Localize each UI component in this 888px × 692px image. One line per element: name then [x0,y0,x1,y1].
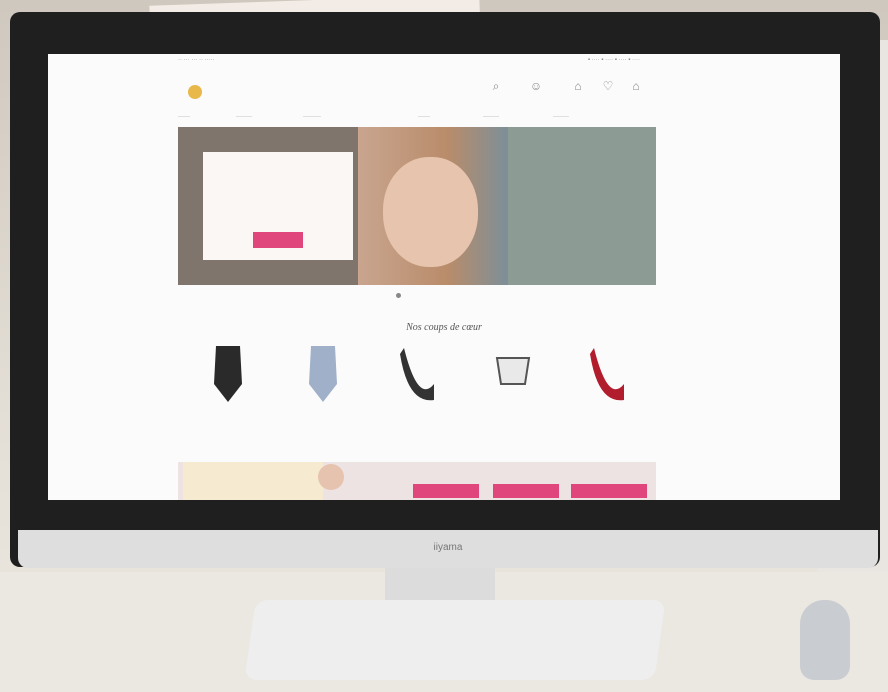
baby-carrier-blue-image [309,346,337,402]
monitor-stand-base [244,600,666,680]
nav-item[interactable]: ········· [303,114,321,120]
baby-carrier-black-image [214,346,242,402]
hero-cta-button[interactable] [253,232,303,248]
product-card[interactable] [283,344,365,454]
website-screen: ·· ··· ··· ·· ····· ▪ ···· ▪ ···· ▪ ····… [48,54,840,500]
monitor-chin: iiyama [18,530,878,568]
topbar-left-text: ·· ··· ··· ·· ····· [178,57,215,63]
product-card[interactable] [378,344,460,454]
cart-icon[interactable]: ⌂ [628,78,644,94]
child-photo [318,464,344,490]
nav-item[interactable]: ········ [553,114,569,120]
promo-banner[interactable] [178,462,656,500]
header-icons: ⌕ ☺ ⌂ ♡ ⌂ [478,78,648,108]
wishlist-icon[interactable]: ♡ [600,78,616,94]
carousel-dot[interactable] [396,293,401,298]
promo-button-1[interactable] [413,484,479,498]
top-info-bar: ·· ··· ··· ·· ····· ▪ ···· ▪ ···· ▪ ····… [48,54,840,68]
site-logo-icon [188,85,202,99]
search-icon[interactable]: ⌕ [488,78,504,94]
baby-carrier-white-image [495,357,531,385]
nav-item[interactable]: ······ [418,114,430,120]
promo-image [183,462,323,500]
hero-card [203,152,353,260]
sling-black-image [400,348,434,401]
topbar-right-links[interactable]: ▪ ···· ▪ ···· ▪ ···· ▪ ···· [588,57,640,63]
product-card[interactable] [188,344,270,454]
main-nav: ······ ········ ········· ······ ·······… [178,114,658,126]
sling-red-image [590,348,624,401]
nav-item[interactable]: ········ [236,114,252,120]
monitor-brand-logo: iiyama [433,542,463,553]
hero-banner[interactable] [178,127,656,285]
section-title: Nos coups de cœur [406,322,482,333]
mother-photo [508,127,656,285]
promo-button-3[interactable] [571,484,647,498]
baby-photo [383,157,478,267]
product-card[interactable] [473,344,555,454]
store-icon[interactable]: ⌂ [570,78,586,94]
nav-item[interactable]: ······ [178,114,190,120]
nav-item[interactable]: ········ [483,114,499,120]
promo-button-2[interactable] [493,484,559,498]
account-icon[interactable]: ☺ [528,78,544,94]
crystal-object [800,600,850,680]
product-card[interactable] [568,344,650,454]
